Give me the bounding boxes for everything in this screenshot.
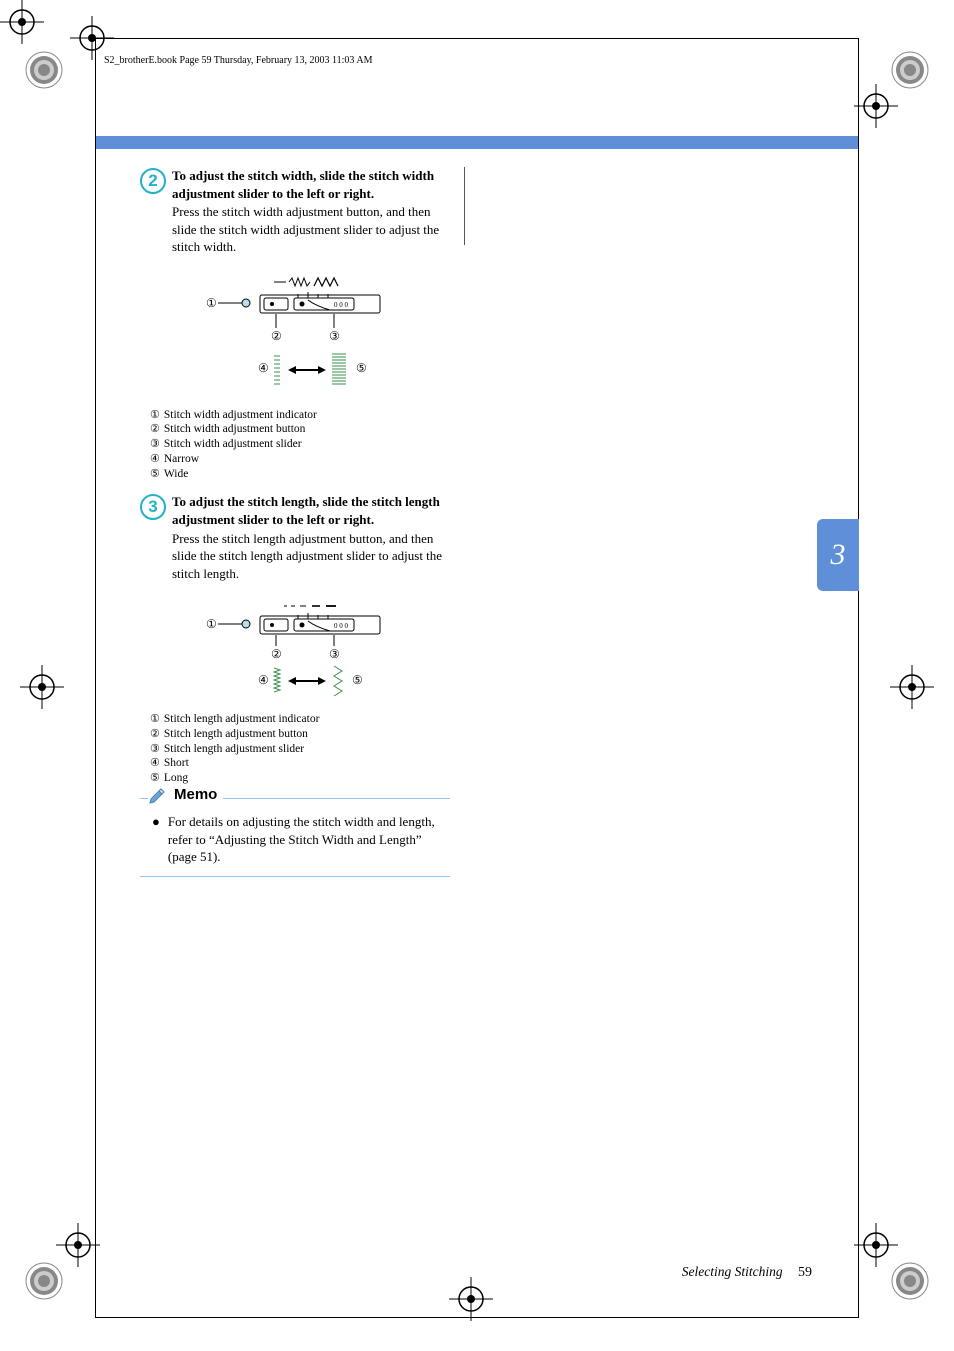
svg-text:②: ②: [271, 329, 282, 343]
running-header: S2_brotherE.book Page 59 Thursday, Febru…: [104, 55, 373, 66]
svg-text:①: ①: [206, 617, 217, 631]
step-2-legend: ① Stitch width adjustment indicator ② Stit…: [150, 408, 450, 482]
legend-marker: ⑤: [150, 772, 160, 786]
chapter-tab: 3: [817, 519, 859, 591]
crosshair-icon: [854, 1223, 898, 1267]
legend-text: Stitch width adjustment indicator: [164, 408, 317, 422]
page-frame: S2_brotherE.book Page 59 Thursday, Febru…: [95, 38, 859, 1318]
legend-text: Stitch length adjustment button: [164, 727, 308, 741]
memo-text: For details on adjusting the stitch widt…: [168, 813, 444, 866]
legend-text: Short: [164, 756, 189, 770]
legend-text: Long: [164, 771, 188, 785]
stitch-length-diagram: ① 0 0 0 ② ③ ④: [174, 596, 450, 704]
step-3-legend: ① Stitch length adjustment indicator ② Sti…: [150, 712, 450, 786]
svg-text:③: ③: [329, 647, 340, 661]
legend-marker: ①: [150, 409, 160, 423]
svg-text:②: ②: [271, 647, 282, 661]
step-description: Press the stitch width adjustment button…: [172, 203, 450, 256]
legend-text: Stitch length adjustment indicator: [164, 712, 320, 726]
legend-text: Narrow: [164, 452, 199, 466]
registration-mark-icon: [16, 42, 72, 98]
svg-text:⑤: ⑤: [356, 361, 367, 375]
crosshair-icon: [20, 665, 64, 709]
legend-text: Stitch length adjustment slider: [164, 742, 304, 756]
legend-marker: ②: [150, 728, 160, 742]
legend-marker: ④: [150, 757, 160, 771]
stitch-width-diagram: ① 0 0 0 ② ③: [174, 270, 450, 400]
column-divider: [464, 167, 465, 245]
step-description: Press the stitch length adjustment butto…: [172, 530, 450, 583]
svg-text:④: ④: [258, 361, 269, 375]
footer-page-number: 59: [798, 1265, 812, 1280]
bullet-icon: ●: [152, 813, 160, 866]
svg-text:①: ①: [206, 296, 217, 310]
legend-marker: ①: [150, 713, 160, 727]
step-number-badge: 2: [140, 168, 166, 194]
legend-text: Stitch width adjustment button: [164, 422, 306, 436]
crosshair-icon: [56, 1223, 100, 1267]
svg-text:④: ④: [258, 673, 269, 687]
crosshair-icon: [854, 84, 898, 128]
svg-text:0 0 0: 0 0 0: [334, 301, 349, 309]
legend-marker: ④: [150, 453, 160, 467]
page-footer: Selecting Stitching 59: [682, 1264, 812, 1281]
svg-text:③: ③: [329, 329, 340, 343]
legend-marker: ③: [150, 743, 160, 757]
svg-text:⑤: ⑤: [352, 673, 363, 687]
step-title: To adjust the stitch width, slide the st…: [172, 167, 450, 202]
content-column: 2 To adjust the stitch width, slide the …: [140, 167, 450, 877]
memo-box: Memo ● For details on adjusting the stit…: [140, 798, 450, 877]
legend-marker: ⑤: [150, 468, 160, 482]
step-number-badge: 3: [140, 494, 166, 520]
step-title: To adjust the stitch length, slide the s…: [172, 493, 450, 528]
header-accent-bar: [96, 136, 858, 149]
step-2: 2 To adjust the stitch width, slide the …: [140, 167, 450, 256]
pencil-note-icon: [148, 785, 168, 805]
footer-section: Selecting Stitching: [682, 1264, 783, 1279]
crosshair-icon: [890, 665, 934, 709]
memo-title: Memo: [174, 785, 217, 805]
svg-text:0 0 0: 0 0 0: [334, 622, 349, 630]
legend-text: Stitch width adjustment slider: [164, 437, 302, 451]
step-3: 3 To adjust the stitch length, slide the…: [140, 493, 450, 582]
legend-marker: ③: [150, 438, 160, 452]
legend-text: Wide: [164, 467, 188, 481]
legend-marker: ②: [150, 423, 160, 437]
